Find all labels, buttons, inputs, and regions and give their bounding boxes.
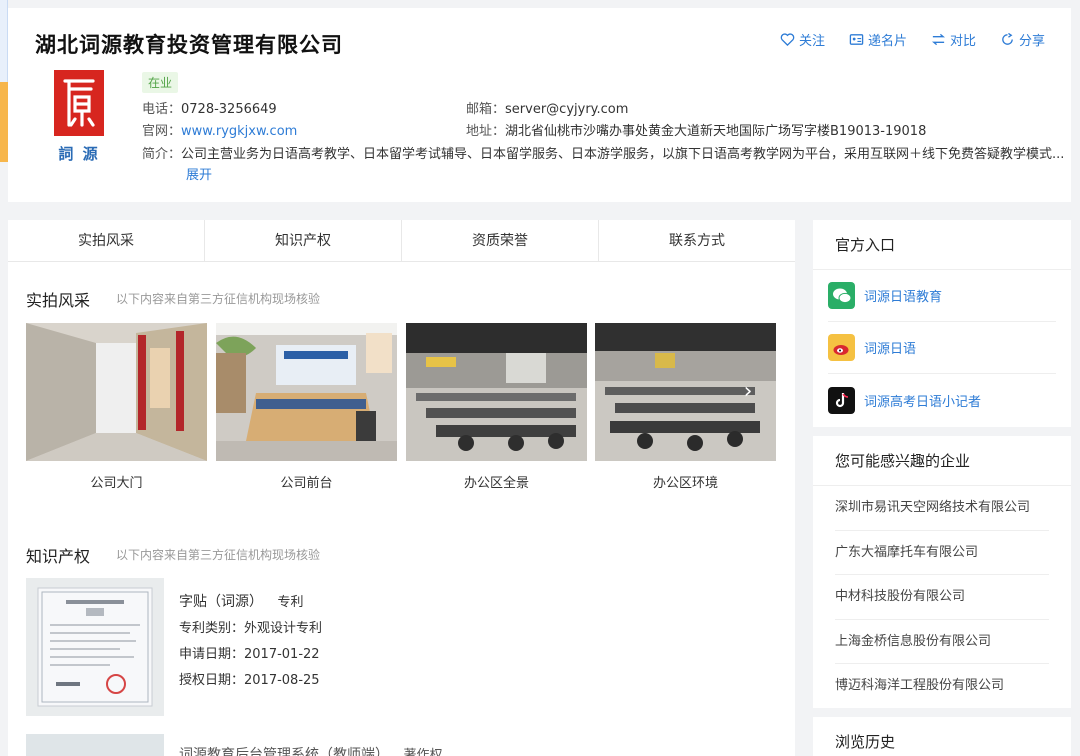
photo-caption-gate: 公司大门 bbox=[90, 476, 143, 491]
side-strip[interactable] bbox=[0, 0, 8, 162]
interest-company-link[interactable]: 上海金桥信息股份有限公司 bbox=[835, 620, 1049, 664]
interest-title: 您可能感兴趣的企业 bbox=[813, 436, 1071, 486]
photo-company-gate[interactable] bbox=[26, 323, 207, 461]
copyright-certificate-image[interactable] bbox=[26, 734, 164, 756]
main-content: 实拍风采 知识产权 资质荣誉 联系方式 实拍风采 以下内容来自第三方征信机构现场… bbox=[8, 220, 795, 756]
photo-caption-panorama: 办公区全景 bbox=[463, 476, 529, 491]
side-strip-enterprise[interactable] bbox=[0, 82, 8, 162]
tab-contact[interactable]: 联系方式 bbox=[599, 220, 795, 261]
email-info: 邮箱：server@cyjyry.com bbox=[466, 98, 628, 117]
tab-photos[interactable]: 实拍风采 bbox=[8, 220, 205, 261]
wechat-icon bbox=[828, 282, 855, 309]
share-label: 分享 bbox=[1018, 34, 1045, 49]
tab-honors[interactable]: 资质荣誉 bbox=[402, 220, 599, 261]
photo-caption-reception: 公司前台 bbox=[280, 476, 333, 491]
copyright-title: 词源教育后台管理系统（教师端） 著作权 bbox=[179, 744, 442, 756]
email-value: server@cyjyry.com bbox=[505, 102, 629, 117]
carousel-next-arrow[interactable]: › bbox=[736, 380, 760, 404]
patent-title-text: 字贴（词源） bbox=[179, 594, 263, 610]
tab-ip[interactable]: 知识产权 bbox=[205, 220, 402, 261]
copyright-type-tag: 著作权 bbox=[403, 748, 443, 756]
address-info: 地址：湖北省仙桃市沙嘴办事处黄金大道新天地国际广场写字楼B19013-19018 bbox=[466, 120, 926, 139]
section-tabs: 实拍风采 知识产权 资质荣誉 联系方式 bbox=[8, 220, 795, 262]
address-label: 地址： bbox=[466, 124, 506, 139]
website-link[interactable]: www.rygkjxw.com bbox=[181, 124, 297, 139]
patent-apply-date: 申请日期：2017-01-22 bbox=[179, 647, 320, 662]
official-item-weibo[interactable]: 词源日语 bbox=[828, 322, 1056, 374]
intro-info: 简介：公司主营业务为日语高考教学、日本留学考试辅导、日本留学服务、日本游学服务，… bbox=[142, 143, 1064, 162]
patent-grant-date: 授权日期：2017-08-25 bbox=[179, 673, 320, 688]
weibo-icon bbox=[828, 334, 855, 361]
address-value: 湖北省仙桃市沙嘴办事处黄金大道新天地国际广场写字楼B19013-19018 bbox=[505, 124, 927, 139]
patent-certificate-image[interactable] bbox=[26, 578, 164, 716]
patent-category: 专利类别：外观设计专利 bbox=[179, 621, 323, 636]
expand-link[interactable]: 展开 bbox=[186, 164, 212, 183]
phone-info: 电话：0728-3256649 bbox=[142, 98, 277, 117]
email-label: 邮箱： bbox=[466, 102, 506, 117]
send-card-label: 递名片 bbox=[867, 34, 907, 49]
interest-company-link[interactable]: 博迈科海洋工程股份有限公司 bbox=[835, 664, 1049, 709]
intro-value: 公司主营业务为日语高考教学、日本留学考试辅导、日本留学服务、日本游学服务，以旗下… bbox=[181, 147, 1065, 162]
official-item-wechat[interactable]: 词源日语教育 bbox=[828, 270, 1056, 322]
history-title: 浏览历史 bbox=[835, 733, 896, 751]
compare-label: 对比 bbox=[949, 34, 976, 49]
interest-card: 您可能感兴趣的企业 深圳市易讯天空网络技术有限公司 广东大福摩托车有限公司 中材… bbox=[813, 436, 1071, 708]
photo-caption-environment: 办公区环境 bbox=[652, 476, 718, 491]
history-card: 浏览历史 bbox=[813, 717, 1071, 756]
photo-reception[interactable] bbox=[216, 323, 397, 461]
photos-section-title: 实拍风采 bbox=[26, 291, 91, 310]
follow-label: 关注 bbox=[798, 34, 825, 49]
share-icon bbox=[1002, 32, 1013, 45]
compare-button[interactable]: 对比 bbox=[931, 30, 976, 49]
send-card-button[interactable]: 递名片 bbox=[849, 30, 907, 49]
logo-mark bbox=[54, 70, 104, 136]
company-logo: 詞 源 bbox=[54, 70, 104, 170]
patent-type-tag: 专利 bbox=[277, 595, 304, 610]
website-info: 官网：www.rygkjxw.com bbox=[142, 120, 297, 139]
company-header: 湖北词源教育投资管理有限公司 詞 源 在业 电话：0728-3256649 邮箱… bbox=[8, 8, 1071, 202]
company-name: 湖北词源教育投资管理有限公司 bbox=[35, 33, 343, 57]
status-badge: 在业 bbox=[142, 72, 179, 93]
official-item-douyin[interactable]: 词源高考日语小记者 bbox=[828, 374, 1056, 426]
copyright-title-text: 词源教育后台管理系统（教师端） bbox=[179, 747, 389, 756]
ip-section-title: 知识产权 bbox=[26, 547, 91, 566]
official-entry-card: 官方入口 词源日语教育 词源日语 词源高考日语小记者 bbox=[813, 220, 1071, 427]
share-button[interactable]: 分享 bbox=[1000, 30, 1045, 49]
intro-label: 简介： bbox=[142, 147, 182, 162]
photo-office-panorama[interactable] bbox=[406, 323, 587, 461]
douyin-icon bbox=[828, 386, 855, 414]
website-label: 官网： bbox=[142, 124, 182, 139]
phone-label: 电话： bbox=[142, 102, 182, 117]
official-entry-title: 官方入口 bbox=[813, 220, 1071, 270]
interest-company-link[interactable]: 深圳市易讯天空网络技术有限公司 bbox=[835, 486, 1049, 531]
official-item-label: 词源日语教育 bbox=[864, 290, 943, 305]
ip-section-note: 以下内容来自第三方征信机构现场核验 bbox=[116, 548, 321, 562]
follow-button[interactable]: 关注 bbox=[780, 30, 825, 49]
photos-section-note: 以下内容来自第三方征信机构现场核验 bbox=[116, 292, 321, 306]
logo-text: 詞 源 bbox=[58, 145, 100, 163]
official-item-label: 词源日语 bbox=[864, 342, 917, 357]
side-strip-official[interactable] bbox=[0, 0, 8, 82]
card-icon bbox=[849, 34, 864, 45]
official-item-label: 词源高考日语小记者 bbox=[864, 394, 982, 410]
heart-icon bbox=[780, 33, 795, 47]
header-actions: 关注 递名片 对比 分享 bbox=[780, 30, 1045, 49]
patent-title: 字贴（词源） 专利 bbox=[179, 591, 303, 611]
interest-company-link[interactable]: 中材科技股份有限公司 bbox=[835, 575, 1049, 620]
compare-icon bbox=[931, 33, 945, 46]
interest-company-link[interactable]: 广东大福摩托车有限公司 bbox=[835, 531, 1049, 575]
phone-value: 0728-3256649 bbox=[181, 102, 277, 117]
